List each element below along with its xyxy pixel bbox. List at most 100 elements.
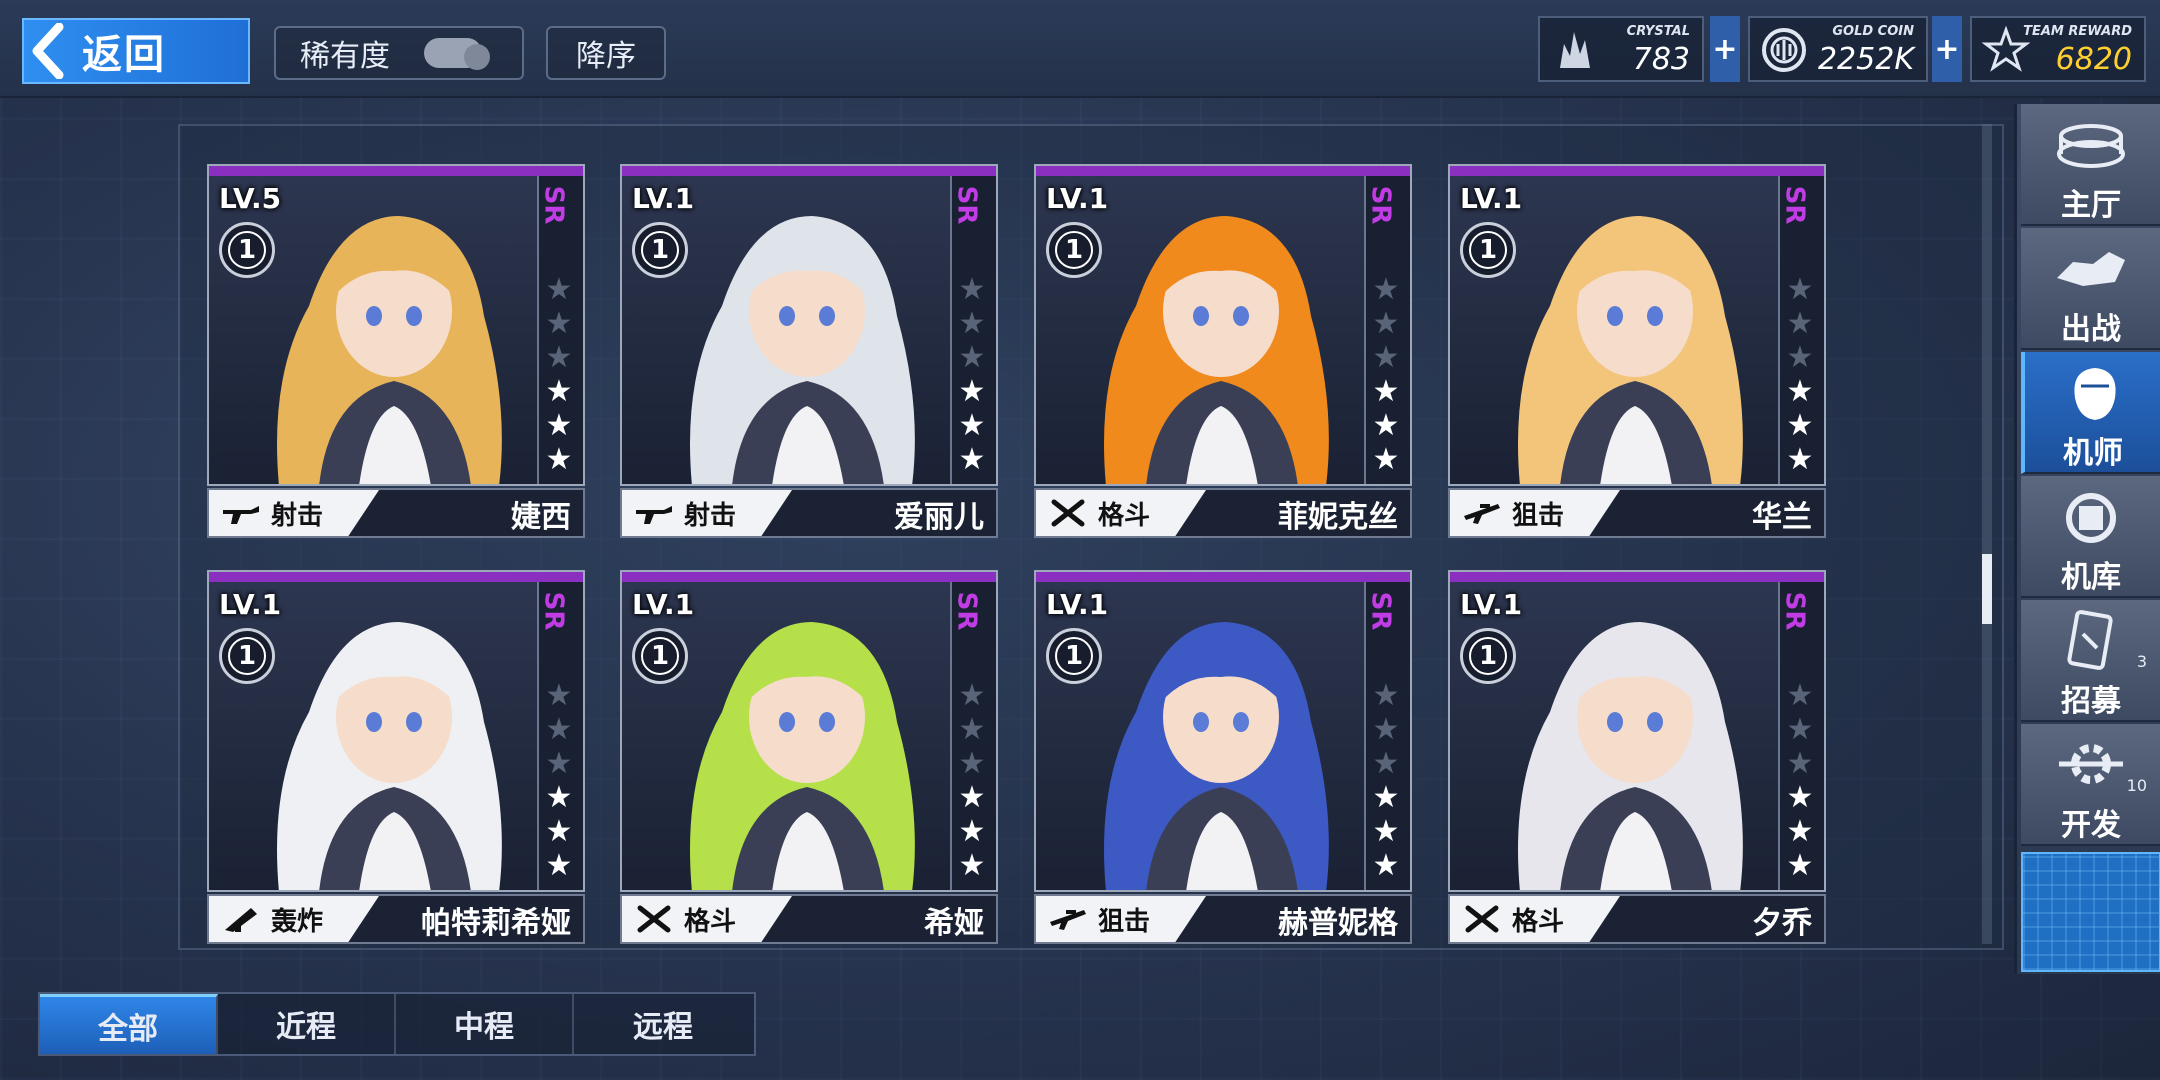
rank-badge-value: 1 [1469,231,1507,269]
pilot-type-tag: 轰炸 [209,896,379,942]
nav-label-pilot: 机师 [2063,436,2123,471]
star-icon: ★ [958,374,986,409]
rarity-label: SR [1779,185,1810,225]
pilot-type-tag: 狙击 [1450,490,1620,536]
star-icon: ★ [545,814,573,849]
rarity-top-line [1036,166,1410,176]
star-icon: ★ [1786,814,1814,849]
star-icon: ★ [1786,712,1814,747]
rarity-sort-button[interactable]: 稀有度 [274,26,524,80]
pilot-portrait [1450,582,1780,890]
star-icon: ★ [958,712,986,747]
nav-item-hangar[interactable]: 机库 [2021,476,2160,598]
star-icon: ★ [1372,306,1400,341]
rarity-stars-strip: SR ★ ★ ★ ★ ★ ★ [1778,176,1824,484]
pilot-name: 夕乔 [1752,906,1812,941]
pilot-card[interactable]: SR ★ ★ ★ ★ ★ ★ LV.1 1 格斗 希娅 [620,570,998,950]
top-bar: 返回 稀有度 降序 CRYSTAL 783 + GOLD COIN 2252K … [0,0,2160,98]
rifle-icon [221,498,261,528]
crossed-swords-icon [634,904,674,934]
star-icon: ★ [1372,374,1400,409]
scrollbar-thumb[interactable] [1982,554,1992,624]
gold-coin-counter: GOLD COIN 2252K [1748,16,1928,82]
pilot-card[interactable]: SR ★ ★ ★ ★ ★ ★ LV.5 1 射击 婕西 [207,164,585,544]
crystal-caption: CRYSTAL [1626,24,1690,39]
star-rating: ★ ★ ★ ★ ★ ★ [1784,680,1818,884]
star-rating: ★ ★ ★ ★ ★ ★ [956,274,990,478]
pilot-card[interactable]: SR ★ ★ ★ ★ ★ ★ LV.1 1 轰炸 帕特莉希娅 [207,570,585,950]
nav-item-develop[interactable]: 10 开发 [2021,724,2160,846]
pilot-card[interactable]: SR ★ ★ ★ ★ ★ ★ LV.1 1 格斗 夕乔 [1448,570,1826,950]
pilot-card[interactable]: SR ★ ★ ★ ★ ★ ★ LV.1 1 狙击 赫普妮格 [1034,570,1412,950]
pilot-portrait [622,582,952,890]
rarity-label: SR [1779,591,1810,631]
gold-coin-add-button[interactable]: + [1932,16,1962,82]
pilot-portrait-frame: SR ★ ★ ★ ★ ★ ★ LV.1 1 [620,164,998,486]
star-icon: ★ [545,374,573,409]
sniper-rifle-icon [1462,498,1502,528]
pilot-portrait-frame: SR ★ ★ ★ ★ ★ ★ LV.1 1 [1448,164,1826,486]
pilot-card[interactable]: SR ★ ★ ★ ★ ★ ★ LV.1 1 射击 爱丽儿 [620,164,998,544]
star-icon: ★ [958,442,986,477]
pilot-type-label: 格斗 [684,906,737,937]
filter-tab-all[interactable]: 全部 [40,994,218,1054]
hall-icon [2053,114,2129,176]
rarity-top-line [622,166,996,176]
pilot-list-scrollbar[interactable] [1982,124,1992,944]
pilot-icon [2057,362,2133,424]
rarity-toggle-icon [424,38,490,70]
star-icon: ★ [1786,780,1814,815]
nav-item-pilot[interactable]: 机师 [2021,352,2160,474]
pilot-info-bar: 格斗 夕乔 [1448,894,1826,944]
nav-item-sortie[interactable]: 出战 [2021,228,2160,350]
pilot-portrait-frame: SR ★ ★ ★ ★ ★ ★ LV.1 1 [1448,570,1826,892]
team-reward-counter: TEAM REWARD 6820 [1970,16,2146,82]
star-icon: ★ [1372,340,1400,375]
star-icon: ★ [958,408,986,443]
rank-badge: 1 [219,628,275,684]
pilot-info-bar: 射击 爱丽儿 [620,488,998,538]
filter-tab-close[interactable]: 近程 [218,994,396,1054]
back-button[interactable]: 返回 [22,18,250,84]
nav-item-hall[interactable]: 主厅 [2021,104,2160,226]
base-minimap-button[interactable] [2021,852,2160,972]
gold-coin-icon [1760,26,1808,74]
pilot-portrait [1036,176,1366,484]
star-rating: ★ ★ ★ ★ ★ ★ [956,680,990,884]
rarity-top-line [1450,166,1824,176]
right-nav: 主厅 出战 机师 机库 3 招募 10 开发 [2014,104,2160,974]
pilot-name: 赫普妮格 [1278,906,1398,941]
star-icon: ★ [958,848,986,883]
pilot-level: LV.5 [219,182,282,215]
pilot-portrait [209,582,539,890]
rank-badge: 1 [632,222,688,278]
pilot-card[interactable]: SR ★ ★ ★ ★ ★ ★ LV.1 1 格斗 菲妮克丝 [1034,164,1412,544]
pilot-level: LV.1 [219,588,282,621]
pilot-card[interactable]: SR ★ ★ ★ ★ ★ ★ LV.1 1 狙击 华兰 [1448,164,1826,544]
pilot-name: 婕西 [511,500,571,535]
pilot-portrait [209,176,539,484]
nav-item-recruit[interactable]: 3 招募 [2021,600,2160,722]
rarity-label: SR [1365,591,1396,631]
pilot-type-tag: 格斗 [1450,896,1620,942]
nav-label-hall: 主厅 [2061,188,2121,223]
filter-tab-mid[interactable]: 中程 [396,994,574,1054]
crossed-swords-icon [1048,498,1088,528]
rarity-label: SR [1365,185,1396,225]
star-icon: ★ [1372,272,1400,307]
gold-coin-caption: GOLD COIN [1832,24,1914,39]
order-sort-label: 降序 [576,39,636,74]
pilot-type-label: 狙击 [1512,500,1565,531]
star-icon: ★ [545,780,573,815]
pilot-type-label: 射击 [684,500,737,531]
star-icon: ★ [545,272,573,307]
pilot-name: 希娅 [924,906,984,941]
filter-tab-long[interactable]: 远程 [574,994,752,1054]
develop-gear-icon [2053,734,2129,796]
rifle-icon [634,498,674,528]
crystal-add-button[interactable]: + [1710,16,1740,82]
recruit-count: 3 [2136,652,2147,671]
rank-badge: 1 [632,628,688,684]
order-sort-button[interactable]: 降序 [546,26,666,80]
star-icon: ★ [1372,746,1400,781]
